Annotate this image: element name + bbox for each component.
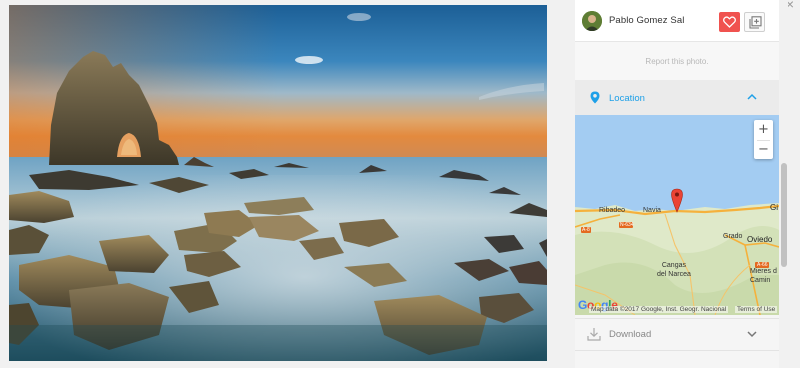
download-section-header[interactable]: Download bbox=[575, 318, 779, 350]
map-place-mieres: Mieres d Camin bbox=[750, 268, 777, 284]
zoom-in-button[interactable]: + bbox=[754, 120, 773, 139]
map-zoom-control: + − bbox=[754, 120, 773, 159]
photo-viewer[interactable] bbox=[9, 5, 547, 361]
map-attribution: Map data ©2017 Google, Inst. Geogr. Naci… bbox=[589, 306, 729, 313]
map-place-grado: Grado bbox=[723, 233, 743, 240]
user-name[interactable]: Pablo Gomez Sal bbox=[609, 15, 684, 26]
zoom-out-button[interactable]: − bbox=[754, 140, 773, 159]
add-to-collection-icon bbox=[749, 16, 762, 29]
avatar[interactable] bbox=[582, 11, 602, 31]
photo-details-panel: Pablo Gomez Sal Report this photo. Locat… bbox=[575, 0, 779, 368]
map-terms-link[interactable]: Terms of Use bbox=[735, 306, 778, 313]
next-section-row bbox=[575, 350, 779, 368]
user-bar: Pablo Gomez Sal bbox=[575, 0, 779, 42]
chevron-down-icon[interactable] bbox=[747, 331, 757, 338]
location-marker-icon[interactable] bbox=[671, 188, 683, 214]
report-row: Report this photo. bbox=[575, 42, 779, 80]
heart-icon bbox=[723, 16, 736, 28]
road-label-a8: A-8 bbox=[582, 227, 590, 233]
road-label-n634: N-634 bbox=[620, 222, 634, 228]
map-place-cangas: Cangas del Narcea bbox=[657, 262, 691, 278]
road-label-a66: A-66 bbox=[757, 262, 768, 268]
map-place-navia: Navia bbox=[643, 207, 661, 214]
download-label: Download bbox=[609, 329, 652, 340]
location-pin-icon bbox=[590, 91, 600, 104]
location-section-header[interactable]: Location bbox=[575, 80, 779, 115]
location-map[interactable]: Ribadeo Navia Gi Grado Oviedo Cangas del… bbox=[575, 115, 779, 315]
map-place-ribadeo: Ribadeo bbox=[599, 207, 626, 214]
report-photo-link[interactable]: Report this photo. bbox=[575, 57, 779, 66]
map-place-gijon: Gi bbox=[770, 203, 778, 212]
landscape-photo bbox=[9, 5, 547, 361]
chevron-up-icon[interactable] bbox=[747, 93, 757, 100]
map-canvas bbox=[575, 115, 779, 315]
scrollbar-thumb[interactable] bbox=[781, 163, 787, 267]
download-icon bbox=[587, 328, 601, 341]
add-to-collection-button[interactable] bbox=[744, 12, 765, 32]
map-place-oviedo: Oviedo bbox=[747, 235, 773, 244]
like-button[interactable] bbox=[719, 12, 740, 32]
location-label: Location bbox=[609, 93, 645, 104]
